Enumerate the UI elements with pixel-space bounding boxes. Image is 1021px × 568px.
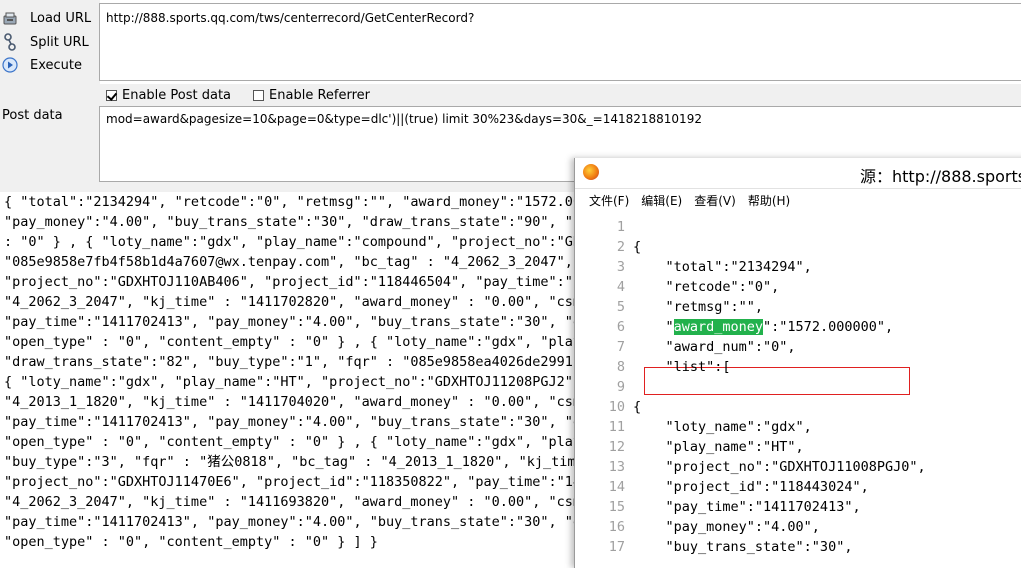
line-number: 8 (616, 359, 625, 375)
line-number: 2 (616, 239, 625, 255)
source-line: "retmsg":"", (633, 299, 764, 315)
source-line: "loty_name":"gdx", (633, 419, 812, 435)
highlighted-key: award_money (673, 319, 764, 335)
response-line: { "loty_name":"gdx", "play_name":"HT", "… (4, 374, 582, 390)
source-line: "award_money":"1572.000000", (633, 319, 893, 335)
menu-edit[interactable]: 编辑(E) (641, 192, 682, 209)
enable-referrer-label: Enable Referrer (269, 87, 370, 103)
response-line: "pay_time":"1411702413", "pay_money":"4.… (4, 514, 584, 530)
split-url-button[interactable]: Split URL (0, 32, 100, 52)
line-number: 7 (616, 339, 625, 355)
split-url-icon (1, 33, 19, 51)
response-line: "pay_money":"4.00", "buy_trans_state":"3… (4, 214, 584, 230)
response-line: "project_no":"GDXHTOJ11470E6", "project_… (4, 474, 584, 490)
menu-help[interactable]: 帮助(H) (748, 192, 790, 209)
line-number: 10 (608, 399, 625, 415)
url-input[interactable]: http://888.sports.qq.com/tws/centerrecor… (99, 3, 1021, 81)
source-line: "pay_time":"1411702413", (633, 499, 861, 515)
options-row: Enable Post data Enable Referrer (100, 84, 1021, 106)
load-url-icon (1, 9, 19, 27)
load-url-button[interactable]: Load URL (0, 8, 100, 28)
split-url-label: Split URL (30, 34, 89, 50)
response-line: "open_type" : "0", "content_empty" : "0"… (4, 534, 378, 550)
source-line-pre: " (633, 319, 674, 335)
source-line: "play_name":"HT", (633, 439, 804, 455)
source-line: "retcode":"0", (633, 279, 780, 295)
execute-icon (1, 56, 19, 74)
source-window: 源：http://888.sports.qq.com/tws/centerrec… (574, 158, 1021, 568)
enable-post-label: Enable Post data (122, 87, 232, 103)
response-line: "4_2062_3_2047", "kj_time" : "1411693820… (4, 494, 584, 510)
line-number: 4 (616, 279, 625, 295)
source-line: "award_num":"0", (633, 339, 796, 355)
response-line: "draw_trans_state":"82", "buy_type":"1",… (4, 354, 584, 370)
response-line: "open_type" : "0", "content_empty" : "0"… (4, 334, 584, 350)
response-line: "4_2062_3_2047", "kj_time" : "1411702820… (4, 294, 584, 310)
line-number: 3 (616, 259, 625, 275)
line-number: 16 (608, 519, 625, 535)
source-window-titlebar[interactable]: 源：http://888.sports.qq.com/tws/centerrec… (575, 158, 1021, 189)
response-line: "pay_time":"1411702413", "pay_money":"4.… (4, 414, 584, 430)
post-data-label: Post data (2, 108, 63, 123)
source-line: "project_id":"118443024", (633, 479, 869, 495)
line-number: 9 (616, 379, 625, 395)
line-number: 6 (616, 319, 625, 335)
response-line: "project_no":"GDXHTOJ110AB406", "project… (4, 274, 584, 290)
load-url-label: Load URL (30, 10, 92, 26)
response-line: { "total":"2134294", "retcode":"0", "ret… (4, 194, 584, 210)
line-number: 1 (616, 219, 625, 235)
execute-label: Execute (30, 57, 82, 73)
response-body: { "total":"2134294", "retcode":"0", "ret… (4, 192, 584, 560)
menu-file[interactable]: 文件(F) (589, 192, 629, 209)
enable-post-check-icon (106, 89, 117, 101)
source-line: "list":[ (633, 359, 731, 375)
response-line: "buy_type":"3", "fqr" : "猪公0818", "bc_ta… (4, 454, 584, 470)
menu-view[interactable]: 查看(V) (694, 192, 736, 209)
line-number: 12 (608, 439, 625, 455)
response-line: : "0" } , { "loty_name":"gdx", "play_nam… (4, 234, 584, 250)
enable-post-checkbox[interactable]: Enable Post data (106, 88, 231, 103)
source-line-post: ":"1572.000000", (763, 319, 894, 335)
tool-panel: Load URL Split URL Execute Post data (0, 0, 100, 182)
response-line: "085e9858e7fb4f58b1d4a7607@wx.tenpay.com… (4, 254, 584, 270)
source-menubar: 文件(F) 编辑(E) 查看(V) 帮助(H) (575, 189, 1021, 211)
enable-referrer-check-icon (253, 89, 265, 101)
source-line: "pay_money":"4.00", (633, 519, 820, 535)
firefox-icon (583, 164, 599, 180)
execute-button[interactable]: Execute (0, 55, 100, 75)
line-number: 15 (608, 499, 625, 515)
response-line: "4_2013_1_1820", "kj_time" : "1411704020… (4, 394, 584, 410)
line-number: 17 (608, 539, 625, 555)
source-line: { (633, 239, 642, 255)
line-number: 11 (608, 419, 625, 435)
response-line: "open_type" : "0", "content_empty" : "0"… (4, 434, 584, 450)
source-window-title: 源：http://888.sports.qq.com/tws/centerrec… (860, 167, 1021, 186)
enable-referrer-checkbox[interactable]: Enable Referrer (253, 88, 370, 103)
line-number: 13 (608, 459, 625, 475)
source-line: { (633, 399, 642, 415)
line-number: 14 (608, 479, 625, 495)
source-line: "buy_trans_state":"30", (633, 539, 853, 555)
source-line: "total":"2134294", (633, 259, 812, 275)
response-line: "pay_time":"1411702413", "pay_money":"4.… (4, 314, 584, 330)
source-line: "project_no":"GDXHTOJ11008PGJ0", (633, 459, 926, 475)
line-number: 5 (616, 299, 625, 315)
